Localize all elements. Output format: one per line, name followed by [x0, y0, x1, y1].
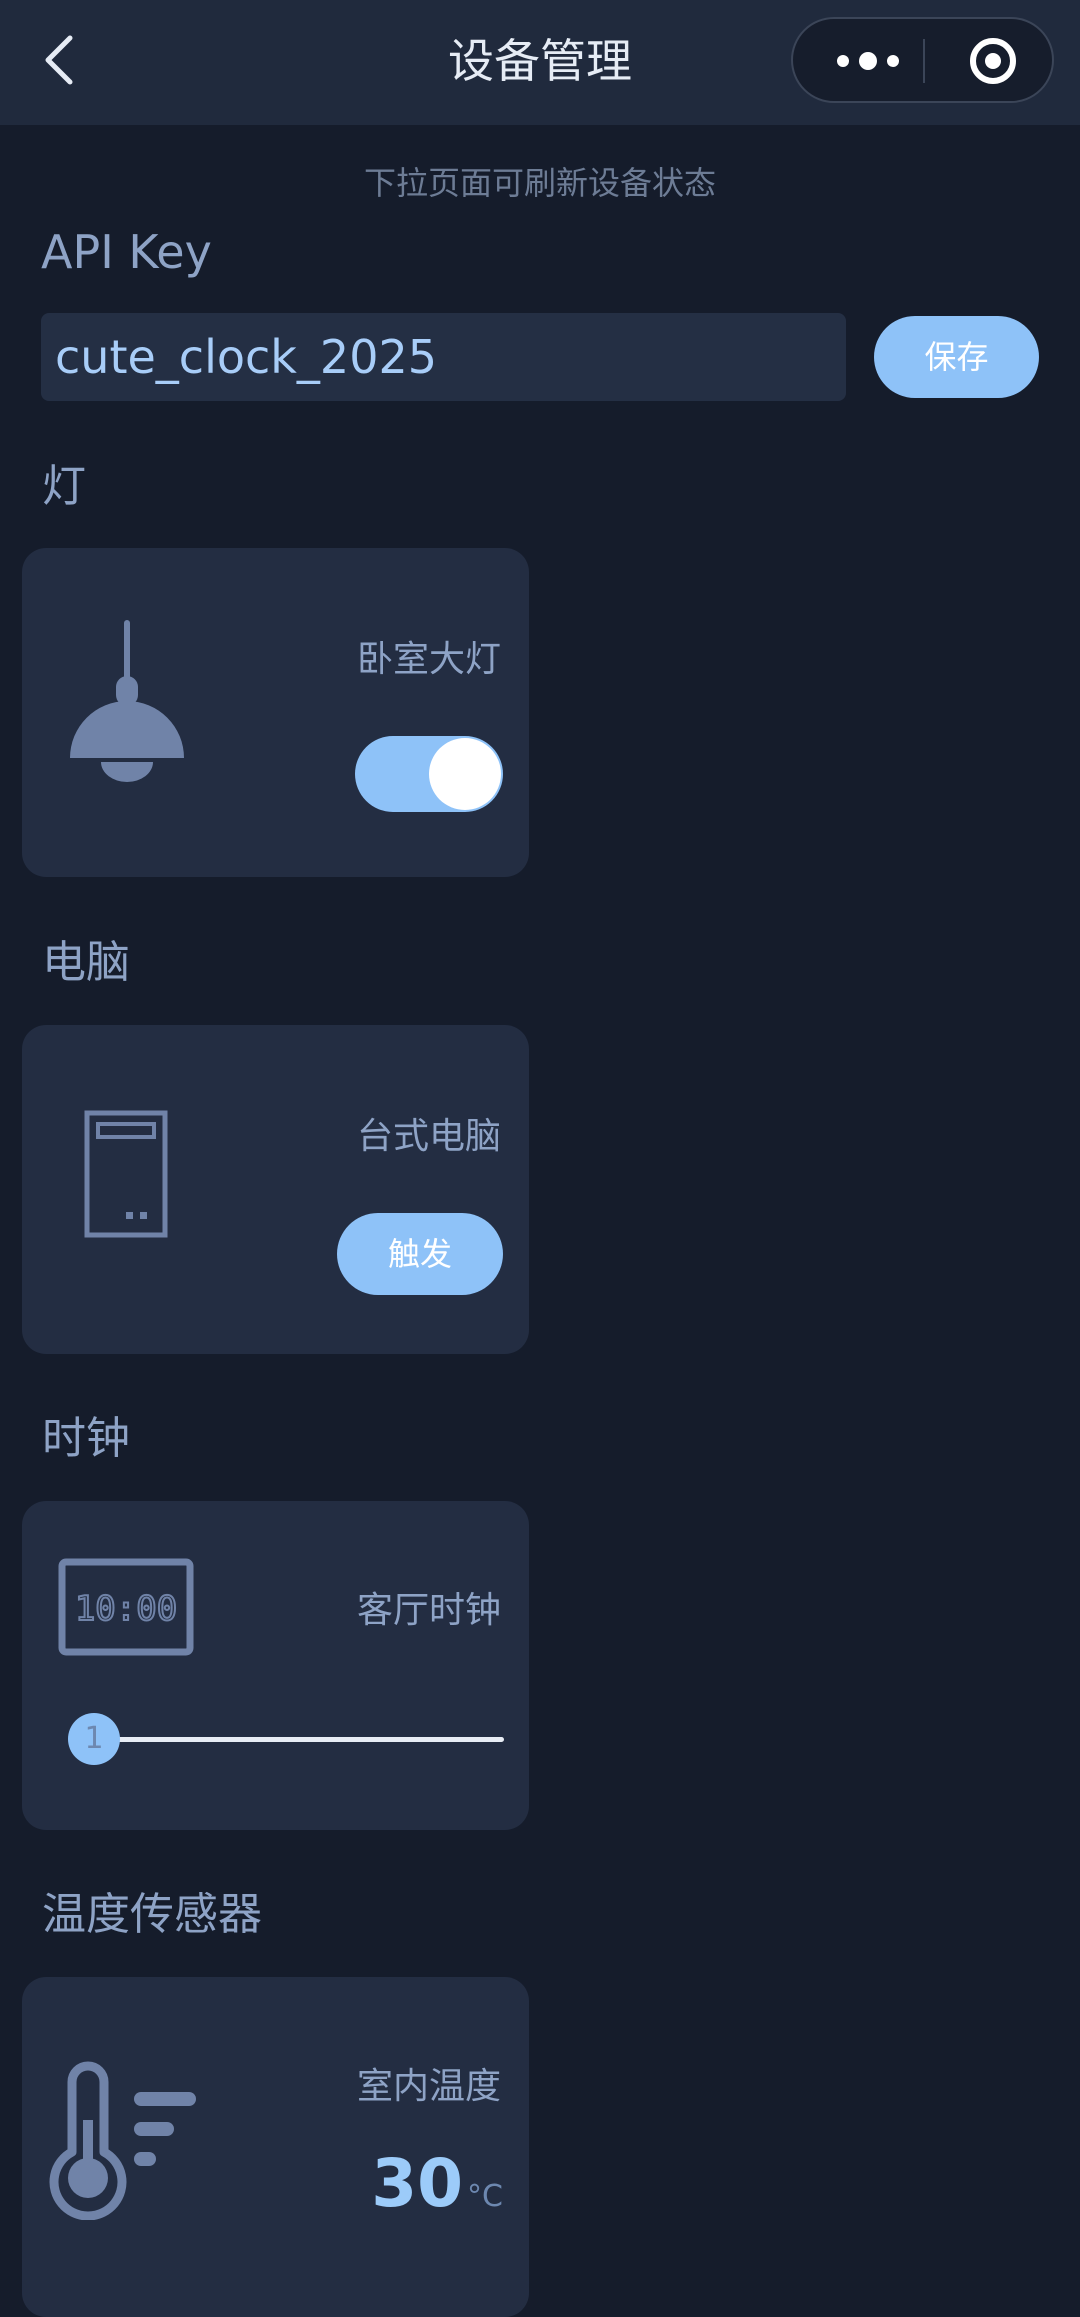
device-card-computer: 台式电脑 触发: [22, 1025, 529, 1354]
section-title-light: 灯: [42, 461, 86, 512]
pull-refresh-hint: 下拉页面可刷新设备状态: [363, 164, 716, 202]
clock-slider-track[interactable]: [94, 1737, 504, 1742]
navigation-bar: 设备管理: [0, 0, 1080, 125]
section-title-computer: 电脑: [42, 937, 130, 988]
device-card-temperature: 室内温度 30 °C: [22, 1977, 529, 2317]
thermometer-icon: [49, 2061, 196, 2220]
temperature-value: 30: [371, 2145, 464, 2222]
light-switch[interactable]: [355, 736, 503, 812]
desktop-tower-icon: [84, 1110, 168, 1238]
digital-clock-icon: 10:00: [58, 1558, 194, 1656]
clock-icon-text: 10:00: [75, 1589, 177, 1629]
api-key-label: API Key: [41, 225, 212, 279]
clock-slider-thumb[interactable]: 1: [68, 1713, 120, 1765]
api-key-input[interactable]: [41, 313, 846, 401]
trigger-button[interactable]: 触发: [337, 1213, 503, 1295]
device-name-computer: 台式电脑: [356, 1116, 501, 1157]
temperature-unit: °C: [467, 2179, 503, 2214]
save-button[interactable]: 保存: [874, 316, 1039, 398]
device-name-temperature: 室内温度: [356, 2066, 501, 2107]
miniprogram-capsule: [791, 17, 1054, 103]
device-card-light: 卧室大灯: [22, 548, 529, 877]
device-name-light: 卧室大灯: [356, 639, 501, 680]
capsule-divider: [923, 39, 925, 83]
close-miniprogram-icon[interactable]: [968, 36, 1018, 86]
pendant-lamp-icon: [70, 620, 184, 782]
device-name-clock: 客厅时钟: [356, 1590, 501, 1631]
section-title-clock: 时钟: [42, 1413, 130, 1464]
device-card-clock: 10:00 客厅时钟 1: [22, 1501, 529, 1830]
temperature-reading: 30 °C: [371, 2145, 503, 2222]
switch-knob: [429, 738, 501, 810]
more-icon[interactable]: [833, 43, 903, 79]
section-title-temperature: 温度传感器: [42, 1889, 262, 1940]
